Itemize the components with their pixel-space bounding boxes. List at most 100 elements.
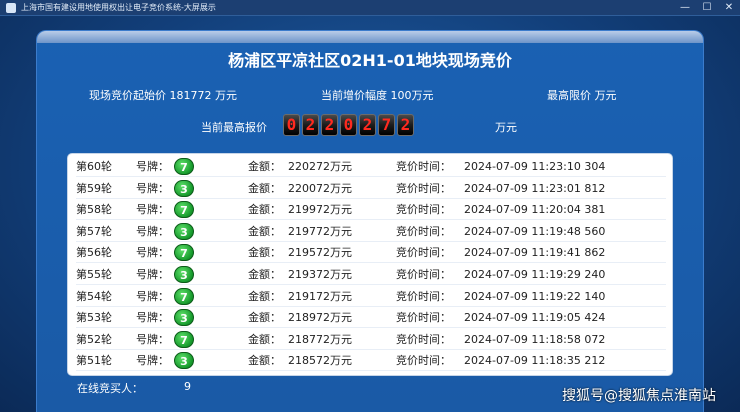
bid-row: 第54轮 号牌： 7 金额： 219172万元 竞价时间： 2024-07-09 11:19… (76, 287, 666, 307)
bid-row: 第53轮 号牌： 3 金额： 218972万元 竞价时间： 2024-07-09 11:19… (76, 308, 666, 329)
bid-amount-label: 金额： (248, 160, 281, 173)
bid-row: 第55轮 号牌： 3 金额： 219372万元 竞价时间： 2024-07-09 11:19… (76, 265, 666, 285)
bid-amount: 219772万元 (288, 224, 352, 238)
bid-time-label: 竞价时间： (396, 246, 451, 260)
bid-plate-label: 号牌： (136, 203, 169, 217)
bid-time: 2024-07-09 11:19:05 424 (464, 311, 606, 325)
bid-time: 2024-07-09 11:23:10 304 (464, 160, 606, 173)
price-digit: 2 (321, 114, 338, 136)
bid-amount-label: 金额： (248, 332, 281, 346)
bid-time-label: 竞价时间： (396, 203, 451, 217)
price-digit: 0 (283, 114, 300, 136)
bid-plate-label: 号牌： (136, 268, 169, 281)
online-bidders-count: 9 (184, 380, 191, 393)
bid-time-label: 竞价时间： (396, 268, 451, 281)
start-price-label: 现场竞价起始价 181772 万元 (89, 89, 237, 102)
price-digit: 2 (359, 114, 376, 136)
window-title: 上海市国有建设用地使用权出让电子竞价系统-大屏展示 (21, 3, 216, 12)
bid-round: 第53轮 (76, 311, 112, 325)
bid-plate-badge: 3 (174, 309, 194, 327)
auction-headline: 杨浦区平凉社区02H1-01地块现场竞价 (228, 51, 512, 70)
bid-time: 2024-07-09 11:18:35 212 (464, 354, 606, 368)
bid-plate-label: 号牌： (136, 354, 169, 368)
bid-round: 第52轮 (76, 332, 112, 346)
bid-time-label: 竞价时间： (396, 224, 451, 238)
bid-plate-label: 号牌： (136, 246, 169, 260)
bid-round: 第60轮 (76, 160, 112, 173)
bid-amount-label: 金额： (248, 246, 281, 260)
bid-amount: 220072万元 (288, 181, 352, 195)
bid-time: 2024-07-09 11:23:01 812 (464, 181, 606, 195)
online-bidders-label: 在线竞买人： (77, 382, 143, 395)
bid-plate-badge: 7 (174, 201, 194, 219)
current-highest-unit: 万元 (495, 121, 517, 134)
bid-time: 2024-07-09 11:19:48 560 (464, 224, 606, 238)
bid-plate-badge: 7 (174, 287, 194, 305)
bid-amount: 219572万元 (288, 246, 352, 260)
bid-amount-label: 金额： (248, 203, 281, 217)
bid-amount-label: 金额： (248, 181, 281, 195)
bid-plate-label: 号牌： (136, 160, 169, 173)
bid-amount-label: 金额： (248, 268, 281, 281)
bid-row: 第60轮 号牌： 7 金额： 220272万元 竞价时间： 2024-07-09 11:23… (76, 157, 666, 177)
bid-round: 第55轮 (76, 268, 112, 281)
bid-row: 第51轮 号牌： 3 金额： 218572万元 竞价时间： 2024-07-09 11:18… (76, 351, 666, 372)
bid-round: 第59轮 (76, 181, 112, 195)
bid-plate-badge: 7 (174, 244, 194, 262)
bid-time: 2024-07-09 11:20:04 381 (464, 203, 606, 217)
bid-time-label: 竞价时间： (396, 332, 451, 346)
current-highest-price-display: 0220272 (283, 114, 414, 136)
bid-amount-label: 金额： (248, 311, 281, 325)
bid-plate-badge: 3 (174, 222, 194, 240)
bid-amount: 218772万元 (288, 332, 352, 346)
bid-plate-badge: 7 (174, 158, 194, 175)
bid-time: 2024-07-09 11:18:58 072 (464, 332, 606, 346)
bid-round: 第56轮 (76, 246, 112, 260)
bid-round: 第54轮 (76, 289, 112, 303)
bid-amount: 219172万元 (288, 289, 352, 303)
bid-time: 2024-07-09 11:19:29 240 (464, 268, 606, 281)
price-digit: 0 (340, 114, 357, 136)
bid-amount: 219372万元 (288, 268, 352, 281)
bid-round: 第51轮 (76, 354, 112, 368)
bid-plate-badge: 3 (174, 352, 194, 370)
app-icon (6, 2, 16, 13)
current-highest-label: 当前最高报价 (201, 121, 267, 134)
bid-row: 第58轮 号牌： 7 金额： 219972万元 竞价时间： 2024-07-09 11:20… (76, 200, 666, 221)
bid-round: 第57轮 (76, 224, 112, 238)
increment-label: 当前增价幅度 100万元 (321, 89, 434, 102)
bid-history-list[interactable]: 第60轮 号牌： 7 金额： 220272万元 竞价时间： 2024-07-09 11:23… (67, 153, 673, 376)
bid-row: 第52轮 号牌： 7 金额： 218772万元 竞价时间： 2024-07-09 11:18… (76, 330, 666, 350)
bid-plate-badge: 3 (174, 266, 194, 283)
window-titlebar: 上海市国有建设用地使用权出让电子竞价系统-大屏展示 — ☐ ✕ (0, 0, 740, 16)
maximize-button[interactable]: ☐ (696, 0, 718, 16)
bid-plate-label: 号牌： (136, 181, 169, 195)
bid-amount: 219972万元 (288, 203, 352, 217)
bid-time-label: 竞价时间： (396, 181, 451, 195)
bid-plate-label: 号牌： (136, 224, 169, 238)
bid-plate-label: 号牌： (136, 311, 169, 325)
price-digit: 2 (302, 114, 319, 136)
bid-time-label: 竞价时间： (396, 311, 451, 325)
window-controls: — ☐ ✕ (674, 0, 740, 16)
bid-time: 2024-07-09 11:19:22 140 (464, 289, 606, 303)
bid-plate-label: 号牌： (136, 332, 169, 346)
bid-row: 第59轮 号牌： 3 金额： 220072万元 竞价时间： 2024-07-09 11:23… (76, 179, 666, 199)
bid-time: 2024-07-09 11:19:41 862 (464, 246, 606, 260)
bid-row: 第56轮 号牌： 7 金额： 219572万元 竞价时间： 2024-07-09 11:19… (76, 243, 666, 264)
bid-plate-badge: 3 (174, 179, 194, 197)
auction-panel: 杨浦区平凉社区02H1-01地块现场竞价 现场竞价起始价 181772 万元 当… (36, 30, 704, 412)
bid-time-label: 竞价时间： (396, 354, 451, 368)
bid-plate-badge: 7 (174, 330, 194, 348)
close-button[interactable]: ✕ (718, 0, 740, 16)
bid-plate-label: 号牌： (136, 289, 169, 303)
minimize-button[interactable]: — (674, 0, 696, 16)
price-digit: 7 (378, 114, 395, 136)
bid-time-label: 竞价时间： (396, 160, 451, 173)
bid-round: 第58轮 (76, 203, 112, 217)
max-limit-label: 最高限价 万元 (547, 89, 617, 102)
price-digit: 2 (397, 114, 414, 136)
bid-row: 第57轮 号牌： 3 金额： 219772万元 竞价时间： 2024-07-09 11:19… (76, 222, 666, 242)
bid-amount: 218972万元 (288, 311, 352, 325)
bid-time-label: 竞价时间： (396, 289, 451, 303)
